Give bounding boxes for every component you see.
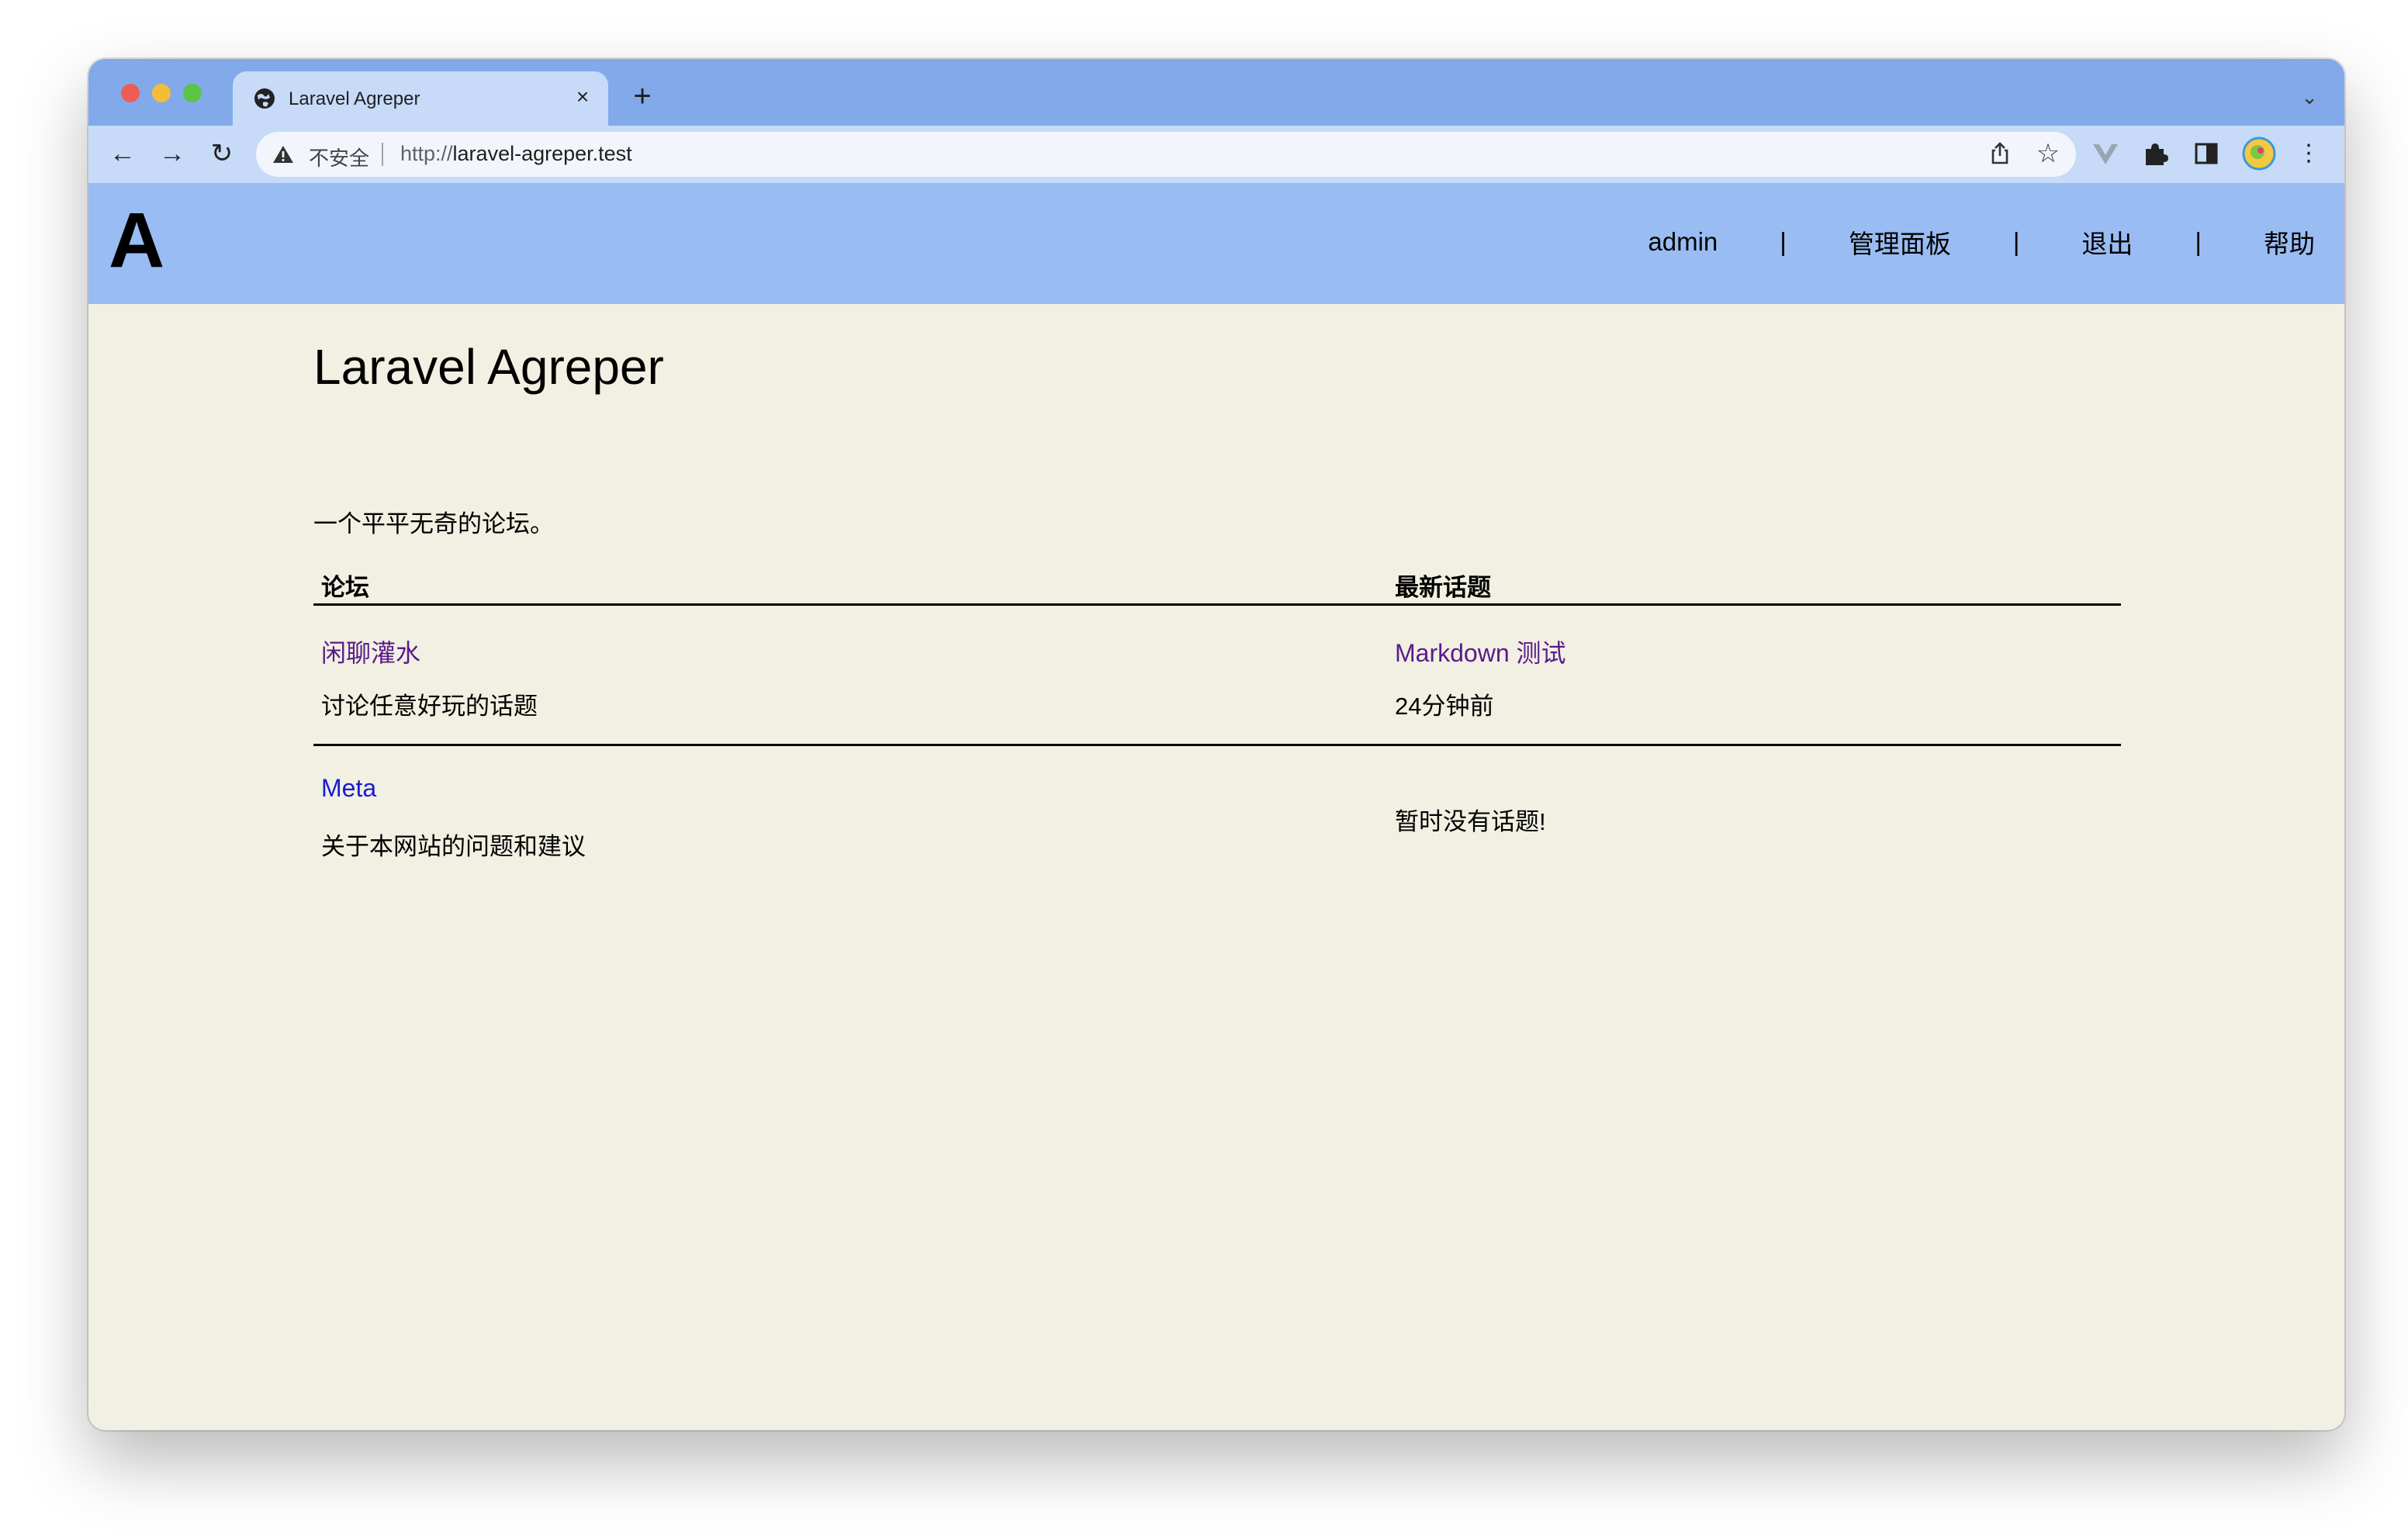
nav-separator: | <box>2012 227 2020 256</box>
table-row: 闲聊灌水 讨论任意好玩的话题 Markdown 测试 24分钟前 <box>313 606 2121 746</box>
nav-user-link[interactable]: admin <box>1648 227 1718 257</box>
site-tagline: 一个平平无奇的论坛。 <box>313 510 554 537</box>
no-topics-message: 暂时没有话题! <box>1395 808 1546 835</box>
security-label[interactable]: 不安全 <box>309 143 369 171</box>
browser-window: Laravel Agreper × + ⌄ ← → ↻ 不安全 http://l… <box>88 59 2344 1430</box>
column-header-latest: 最新话题 <box>1395 574 1491 601</box>
vue-devtools-icon[interactable] <box>2091 140 2119 168</box>
page-title: Laravel Agreper <box>313 339 664 395</box>
new-tab-button[interactable]: + <box>627 81 658 113</box>
url-scheme: http:// <box>400 142 453 165</box>
forum-description: 讨论任意好玩的话题 <box>321 693 538 720</box>
column-header-forum: 论坛 <box>321 574 369 601</box>
table-row: Meta 关于本网站的问题和建议 暂时没有话题! <box>313 746 2121 884</box>
latest-topic-time: 24分钟前 <box>1395 693 1494 720</box>
browser-menu-icon[interactable]: ⋮ <box>2292 137 2326 171</box>
forward-arrow-icon[interactable]: → <box>155 137 189 171</box>
back-arrow-icon[interactable]: ← <box>106 137 140 171</box>
share-icon[interactable] <box>1986 140 2014 168</box>
address-bar[interactable]: 不安全 http://laravel-agreper.test ☆ <box>256 132 2076 177</box>
forum-link[interactable]: 闲聊灌水 <box>321 634 420 669</box>
tab-search-chevron-icon[interactable]: ⌄ <box>2298 85 2321 109</box>
nav-help-link[interactable]: 帮助 <box>2264 223 2315 261</box>
top-nav: admin | 管理面板 | 退出 | 帮助 <box>1648 223 2315 261</box>
zoom-window-button[interactable] <box>183 84 202 102</box>
side-panel-icon[interactable] <box>2192 140 2220 168</box>
bookmark-star-icon[interactable]: ☆ <box>2033 138 2064 169</box>
site-logo[interactable]: A <box>109 194 164 287</box>
latest-topic-link[interactable]: Markdown 测试 <box>1395 634 1566 669</box>
extensions-puzzle-icon[interactable] <box>2141 140 2169 168</box>
reload-icon[interactable]: ↻ <box>205 137 239 171</box>
nav-separator: | <box>2195 227 2202 256</box>
url-host: laravel-agreper.test <box>452 142 632 165</box>
nav-logout-link[interactable]: 退出 <box>2081 223 2133 261</box>
forum-table: 论坛 最新话题 闲聊灌水 讨论任意好玩的话题 Markdown 测试 24分钟前… <box>313 551 2121 884</box>
nav-separator: | <box>1780 227 1787 256</box>
forum-table-header: 论坛 最新话题 <box>313 551 2121 606</box>
site-header: A admin | 管理面板 | 退出 | 帮助 <box>88 183 2344 304</box>
tab-title: Laravel Agreper <box>289 88 420 109</box>
browser-toolbar: ← → ↻ 不安全 http://laravel-agreper.test ☆ <box>88 126 2344 183</box>
browser-tab[interactable]: Laravel Agreper × <box>233 71 608 126</box>
close-tab-icon[interactable]: × <box>569 84 596 110</box>
tab-strip: Laravel Agreper × + ⌄ <box>88 59 2344 126</box>
nav-admin-panel-link[interactable]: 管理面板 <box>1849 223 1951 261</box>
close-window-button[interactable] <box>121 84 140 102</box>
profile-avatar-icon[interactable] <box>2242 137 2276 171</box>
url-text[interactable]: http://laravel-agreper.test <box>400 142 632 166</box>
minimize-window-button[interactable] <box>152 84 171 102</box>
forum-description: 关于本网站的问题和建议 <box>321 833 586 860</box>
address-divider <box>382 143 383 166</box>
warning-icon[interactable] <box>272 143 295 166</box>
forum-link[interactable]: Meta <box>321 774 376 803</box>
globe-icon <box>254 88 275 109</box>
